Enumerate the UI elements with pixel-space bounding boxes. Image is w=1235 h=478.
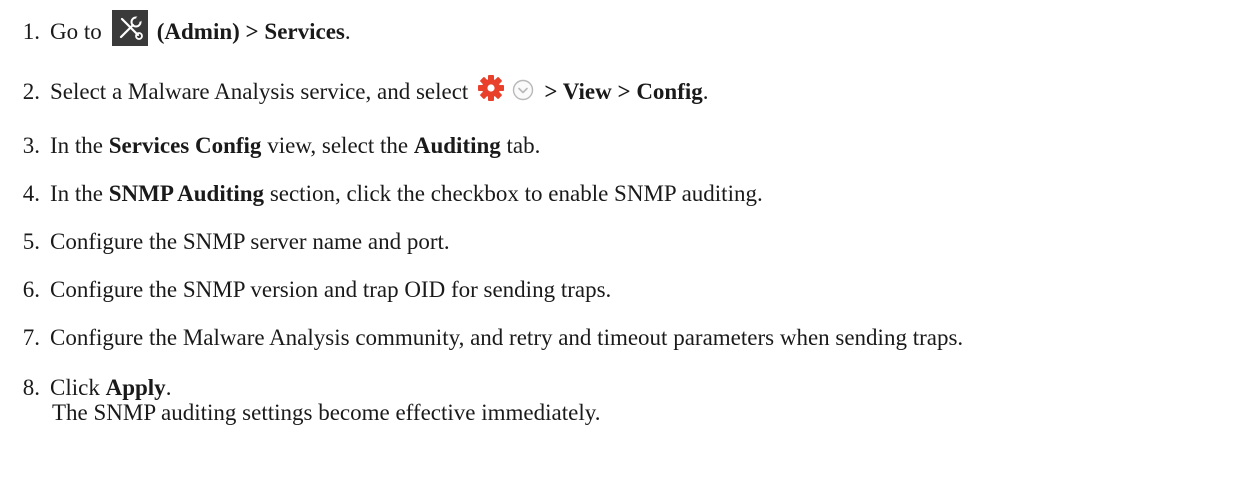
step-3: 3. In the Services Config view, select t… <box>0 126 541 166</box>
step-text: Select a Malware Analysis service, and s… <box>50 79 469 104</box>
step-bold-text: (Admin) > Services <box>156 19 345 44</box>
step-number: 8. <box>22 375 40 400</box>
step-4: 4. In the SNMP Auditing section, click t… <box>0 174 763 214</box>
step-5: 5. Configure the SNMP server name and po… <box>0 222 450 262</box>
step-bold-text: SNMP Auditing <box>108 181 265 206</box>
step-bold-text: Services Config <box>108 133 262 158</box>
step-text: Go to <box>50 19 102 44</box>
step-text: Configure the SNMP server name and port. <box>50 229 450 254</box>
gear-icon <box>476 73 506 103</box>
step-bold-text: Auditing <box>413 133 501 158</box>
admin-tools-icon <box>111 10 148 46</box>
step-1: 1. Go to (Admin) > Services . <box>0 10 351 52</box>
step-2: 2. Select a Malware Analysis service, an… <box>0 72 709 112</box>
step-bold-text: > View > Config <box>544 79 703 104</box>
chevron-down-icon <box>512 79 534 101</box>
step-number: 3. <box>22 133 40 158</box>
step-text: Configure the Malware Analysis community… <box>50 325 964 350</box>
step-bold-text: Apply <box>105 375 166 400</box>
step-number: 1. <box>22 19 40 44</box>
step-number: 4. <box>22 181 40 206</box>
step-number: 7. <box>22 325 40 350</box>
step-number: 6. <box>22 277 40 302</box>
step-number: 2. <box>22 79 40 104</box>
step-6: 6. Configure the SNMP version and trap O… <box>0 270 612 310</box>
step-8-note: The SNMP auditing settings become effect… <box>52 400 601 425</box>
step-7: 7. Configure the Malware Analysis commun… <box>0 318 963 358</box>
step-number: 5. <box>22 229 40 254</box>
step-text: Configure the SNMP version and trap OID … <box>50 277 612 302</box>
